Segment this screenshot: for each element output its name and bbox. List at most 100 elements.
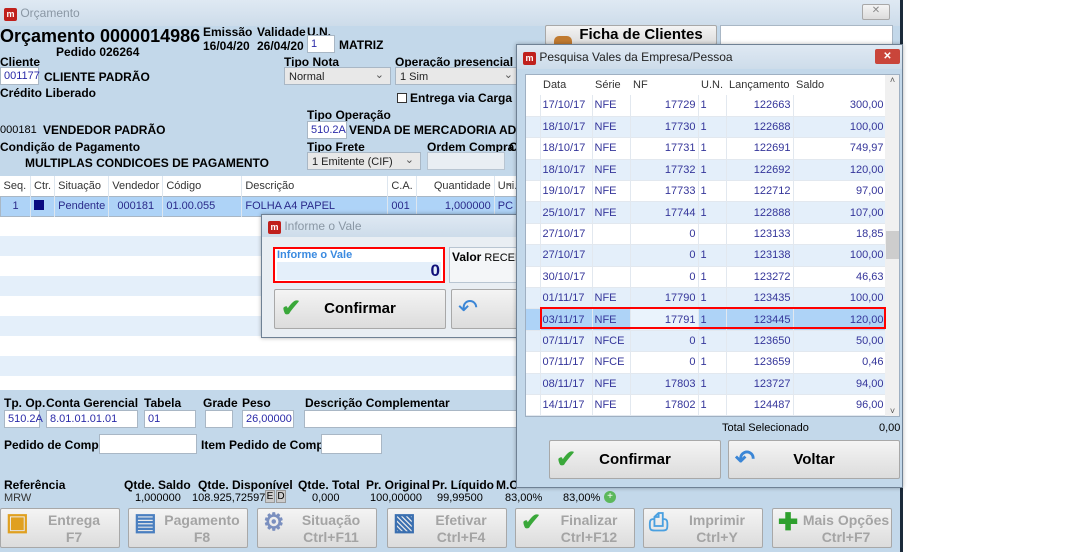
col-nf[interactable]: NF xyxy=(630,75,698,95)
col-saldo[interactable]: Saldo xyxy=(793,75,886,95)
descricao-complementar-input[interactable] xyxy=(304,410,519,428)
page-title: Orçamento 0000014986 xyxy=(0,26,201,46)
cell-lancamento: 124487 xyxy=(726,394,794,416)
e-button[interactable]: E xyxy=(265,490,275,503)
informe-vale-dialog: m Informe o Vale Informe o Vale 0 Valor … xyxy=(261,214,531,338)
vale-row[interactable]: 18/10/17 NFE 17730 1 122688 100,00 xyxy=(526,116,887,139)
cell-nf: 17803 xyxy=(630,373,699,395)
vale-row[interactable]: 18/10/17 NFE 17732 1 122692 120,00 xyxy=(526,159,887,182)
un-name: MATRIZ xyxy=(339,38,384,52)
ficha-clientes-button[interactable]: Ficha de Clientes xyxy=(545,25,717,46)
cell-un: 1 xyxy=(698,180,727,203)
vale-row[interactable]: 07/11/17 NFCE 0 1 123659 0,46 xyxy=(526,351,887,374)
vale-row[interactable]: 08/11/17 NFE 17803 1 123727 94,00 xyxy=(526,373,887,395)
finalizar-button[interactable]: ✔ Finalizar Ctrl+F12 xyxy=(515,508,635,548)
cliente-code-input[interactable]: 001177 xyxy=(0,67,40,85)
vale-row[interactable]: 19/10/17 NFE 17733 1 122712 97,00 xyxy=(526,180,887,203)
mc-value-2: 83,00% xyxy=(563,492,601,504)
cell-vendedor: 000181 xyxy=(108,196,164,216)
d-button[interactable]: D xyxy=(276,490,286,503)
scroll-up-icon[interactable]: ˄ xyxy=(885,75,899,85)
vale-input[interactable]: 0 xyxy=(277,262,441,280)
cell-un xyxy=(698,223,727,246)
printer-icon: ⎙ xyxy=(649,509,669,536)
col-vendedor[interactable]: Vendedor xyxy=(108,176,164,196)
valor-label: Valor xyxy=(452,250,482,264)
cell-lancamento: 123435 xyxy=(726,287,794,310)
conta-gerencial-input[interactable]: 8.01.01.01.01 xyxy=(46,410,138,428)
cell-un: 1 xyxy=(698,137,727,160)
scroll-down-icon[interactable]: ˅ xyxy=(885,406,899,416)
cell-serie: NFE xyxy=(592,95,631,117)
vale-confirm-button[interactable]: ✔ Confirmar xyxy=(274,289,446,329)
col-quantidade[interactable]: Quantidade xyxy=(416,176,495,196)
tp-op-input[interactable]: 510.2A xyxy=(4,410,43,428)
qtde-disponivel-value: 108.925,725976 xyxy=(192,492,272,504)
cell-lancamento: 123659 xyxy=(726,351,794,374)
un-input[interactable]: 1 xyxy=(307,35,335,53)
tipo-operacao-input[interactable]: 510.2A xyxy=(307,121,347,139)
operacao-presencial-select[interactable]: 1 Sim xyxy=(395,67,520,85)
grade-input[interactable] xyxy=(205,410,233,428)
pagamento-button[interactable]: ▤ Pagamento F8 xyxy=(128,508,248,548)
col-codigo[interactable]: Código xyxy=(162,176,243,196)
cell-saldo: 97,00 xyxy=(793,180,887,203)
tipo-frete-select[interactable]: 1 Emitente (CIF) xyxy=(307,152,421,170)
vales-title-bar: m Pesquisa Vales da Empresa/Pessoa xyxy=(517,45,902,69)
cell-nf: 17733 xyxy=(630,180,699,203)
ordem-compra-input[interactable] xyxy=(427,152,505,170)
emissao-value: 16/04/20 xyxy=(203,39,250,53)
col-situacao[interactable]: Situação xyxy=(54,176,110,196)
shortcut-label: Ctrl+F11 xyxy=(303,529,359,545)
col-seq[interactable]: Seq. xyxy=(0,176,31,196)
vale-row[interactable]: 17/10/17 NFE 17729 1 122663 300,00 xyxy=(526,95,887,117)
button-label: Situação xyxy=(301,512,361,528)
cell-data: 30/10/17 xyxy=(540,266,593,289)
vales-scrollbar[interactable]: ˄ ˅ xyxy=(885,75,899,416)
cell-lancamento: 122888 xyxy=(726,201,794,224)
cell-serie: NFE xyxy=(592,373,631,395)
vale-row[interactable]: 25/10/17 NFE 17744 1 122888 107,00 xyxy=(526,201,887,224)
shortcut-label: F7 xyxy=(65,529,83,545)
button-label: Pagamento xyxy=(164,512,240,528)
imprimir-button[interactable]: ⎙ Imprimir Ctrl+Y xyxy=(643,508,763,548)
tabela-input[interactable]: 01 xyxy=(144,410,196,428)
col-serie[interactable]: Série xyxy=(592,75,630,95)
col-un[interactable]: U.N. xyxy=(698,75,726,95)
maisopes-button[interactable]: ✚ Mais Opções Ctrl+F7 xyxy=(772,508,892,548)
entrega-via-carga-checkbox[interactable] xyxy=(397,93,407,103)
vale-row[interactable]: 14/11/17 NFE 17802 1 124487 96,00 xyxy=(526,394,887,416)
situao-button[interactable]: ⚙ Situação Ctrl+F11 xyxy=(257,508,377,548)
vale-row[interactable]: 30/10/17 0 1 123272 46,63 xyxy=(526,266,887,289)
add-icon[interactable]: + xyxy=(604,491,616,503)
pedido-compra-input[interactable] xyxy=(99,434,197,454)
col-ctr[interactable]: Ctr. xyxy=(30,176,56,196)
table-row[interactable]: 1 Pendente 000181 01.00.055 FOLHA A4 PAP… xyxy=(0,196,520,216)
efetivar-button[interactable]: ▧ Efetivar Ctrl+F4 xyxy=(387,508,507,548)
vale-row[interactable]: 18/10/17 NFE 17731 1 122691 749,97 xyxy=(526,137,887,160)
col-descricao[interactable]: Descrição xyxy=(241,176,389,196)
entrega-button[interactable]: ▣ Entrega F7 xyxy=(0,508,120,548)
item-pedido-compra-input[interactable] xyxy=(321,434,382,454)
vale-row[interactable]: 01/11/17 NFE 17790 1 123435 100,00 xyxy=(526,287,887,310)
peso-input[interactable]: 26,00000 xyxy=(242,410,294,428)
vales-back-button[interactable]: ↶ Voltar xyxy=(728,440,900,479)
vale-input-box[interactable]: Informe o Vale 0 xyxy=(273,247,445,283)
cell-saldo: 46,63 xyxy=(793,266,887,289)
col-ca[interactable]: C.A. xyxy=(387,176,417,196)
cell-lancamento: 122663 xyxy=(726,95,794,117)
search-field[interactable] xyxy=(720,25,893,45)
vales-confirm-button[interactable]: ✔ Confirmar xyxy=(549,440,721,479)
cell-nf: 0 xyxy=(630,223,699,246)
vale-row[interactable]: 27/10/17 0 123133 18,85 xyxy=(526,223,887,246)
cell-nf: 0 xyxy=(630,330,699,353)
col-lancamento[interactable]: Lançamento xyxy=(726,75,793,95)
selected-row-highlight xyxy=(540,307,886,329)
vale-row[interactable]: 07/11/17 NFCE 0 1 123650 50,00 xyxy=(526,330,887,353)
vale-row[interactable]: 27/10/17 0 1 123138 100,00 xyxy=(526,244,887,267)
col-data[interactable]: Data xyxy=(540,75,592,95)
vales-close-button[interactable]: ✕ xyxy=(875,49,900,64)
close-button[interactable]: ✕ xyxy=(862,4,890,20)
tipo-nota-select[interactable]: Normal xyxy=(284,67,391,85)
scrollbar-thumb[interactable] xyxy=(886,231,899,259)
